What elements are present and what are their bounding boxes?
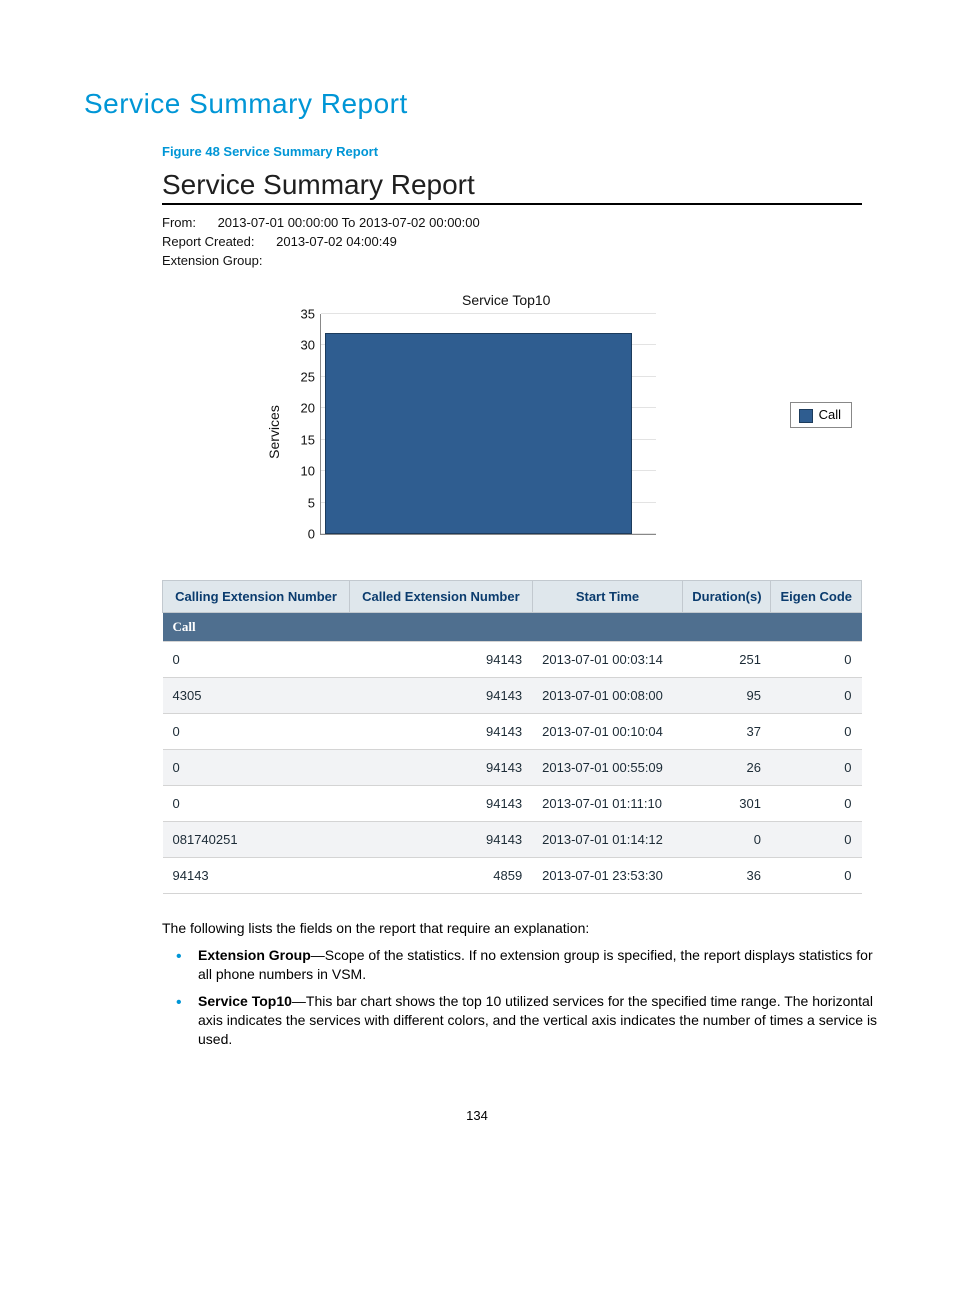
table-cell: 94143 (350, 714, 533, 750)
table-cell: 37 (683, 714, 771, 750)
table-cell: 2013-07-01 01:11:10 (532, 786, 683, 822)
meta-from-value: 2013-07-01 00:00:00 To 2013-07-02 00:00:… (218, 215, 480, 230)
meta-extgroup-label: Extension Group: (162, 253, 262, 268)
chart-service-top10: Service Top10 Services 05101520253035 Ca… (162, 292, 862, 562)
table-cell: 36 (683, 858, 771, 894)
ytick-label: 15 (287, 432, 315, 447)
table-cell: 0 (163, 786, 350, 822)
table-cell: 2013-07-01 01:14:12 (532, 822, 683, 858)
table-section-row: Call (163, 613, 862, 642)
table-row: 0941432013-07-01 00:55:09260 (163, 750, 862, 786)
meta-extgroup: Extension Group: (162, 253, 862, 268)
table-row: 0941432013-07-01 01:11:103010 (163, 786, 862, 822)
ytick-label: 25 (287, 369, 315, 384)
ytick-label: 20 (287, 401, 315, 416)
report-heading: Service Summary Report (162, 169, 862, 205)
table-cell: 94143 (163, 858, 350, 894)
bar-call (325, 333, 632, 534)
table-cell: 2013-07-01 00:10:04 (532, 714, 683, 750)
table-cell: 2013-07-01 00:03:14 (532, 642, 683, 678)
table-cell: 251 (683, 642, 771, 678)
table-row: 081740251941432013-07-01 01:14:1200 (163, 822, 862, 858)
table-cell: 0 (771, 858, 862, 894)
table-cell: 0 (771, 786, 862, 822)
meta-created-label: Report Created: (162, 234, 255, 249)
ytick-label: 5 (287, 495, 315, 510)
chart-ylabel: Services (266, 405, 282, 459)
term: Service Top10 (198, 993, 292, 1009)
chart-title: Service Top10 (462, 292, 550, 308)
table-body: Call 0941432013-07-01 00:03:142510430594… (163, 613, 862, 894)
ytick-label: 0 (287, 527, 315, 542)
table-cell: 0 (771, 642, 862, 678)
explain-intro: The following lists the fields on the re… (162, 920, 862, 936)
table-cell: 0 (163, 642, 350, 678)
page-title: Service Summary Report (84, 88, 870, 120)
term-desc: —This bar chart shows the top 10 utilize… (198, 993, 877, 1047)
meta-created-value: 2013-07-02 04:00:49 (276, 234, 397, 249)
table-header-cell: Calling Extension Number (163, 581, 350, 613)
table-cell: 0 (771, 750, 862, 786)
list-item: Extension Group—Scope of the statistics.… (198, 946, 888, 984)
meta-from-label: From: (162, 215, 196, 230)
term: Extension Group (198, 947, 311, 963)
figure-caption: Figure 48 Service Summary Report (162, 144, 870, 159)
ytick-label: 10 (287, 464, 315, 479)
table-cell: 94143 (350, 786, 533, 822)
table-cell: 0 (771, 822, 862, 858)
table-cell: 0 (163, 714, 350, 750)
table-cell: 0 (683, 822, 771, 858)
ytick-label: 35 (287, 307, 315, 322)
table-cell: 94143 (350, 750, 533, 786)
table-section-label: Call (163, 613, 862, 642)
explain-list: Extension Group—Scope of the statistics.… (162, 946, 888, 1048)
table-cell: 26 (683, 750, 771, 786)
table-header-row: Calling Extension NumberCalled Extension… (163, 581, 862, 613)
table-cell: 4859 (350, 858, 533, 894)
table-cell: 0 (163, 750, 350, 786)
table-cell: 94143 (350, 822, 533, 858)
table-cell: 2013-07-01 00:08:00 (532, 678, 683, 714)
data-table: Calling Extension NumberCalled Extension… (162, 580, 862, 894)
page-number: 134 (84, 1108, 870, 1123)
legend-label: Call (819, 407, 841, 422)
ytick-label: 30 (287, 338, 315, 353)
table-cell: 95 (683, 678, 771, 714)
meta-created: Report Created: 2013-07-02 04:00:49 (162, 234, 862, 249)
table-header-cell: Called Extension Number (350, 581, 533, 613)
chart-legend: Call (790, 402, 852, 428)
table-header-cell: Start Time (532, 581, 683, 613)
chart-plot-area: 05101520253035 (320, 314, 656, 535)
table-cell: 4305 (163, 678, 350, 714)
table-cell: 94143 (350, 678, 533, 714)
table-cell: 94143 (350, 642, 533, 678)
list-item: Service Top10—This bar chart shows the t… (198, 992, 888, 1049)
table-row: 0941432013-07-01 00:10:04370 (163, 714, 862, 750)
table-row: 4305941432013-07-01 00:08:00950 (163, 678, 862, 714)
table-header-cell: Duration(s) (683, 581, 771, 613)
report-panel: Service Summary Report From: 2013-07-01 … (162, 169, 862, 894)
table-cell: 301 (683, 786, 771, 822)
table-cell: 2013-07-01 00:55:09 (532, 750, 683, 786)
table-cell: 0 (771, 678, 862, 714)
table-row: 9414348592013-07-01 23:53:30360 (163, 858, 862, 894)
table-cell: 081740251 (163, 822, 350, 858)
legend-swatch-icon (799, 409, 813, 423)
table-cell: 2013-07-01 23:53:30 (532, 858, 683, 894)
table-row: 0941432013-07-01 00:03:142510 (163, 642, 862, 678)
table-header-cell: Eigen Code (771, 581, 862, 613)
table-cell: 0 (771, 714, 862, 750)
meta-from: From: 2013-07-01 00:00:00 To 2013-07-02 … (162, 215, 862, 230)
